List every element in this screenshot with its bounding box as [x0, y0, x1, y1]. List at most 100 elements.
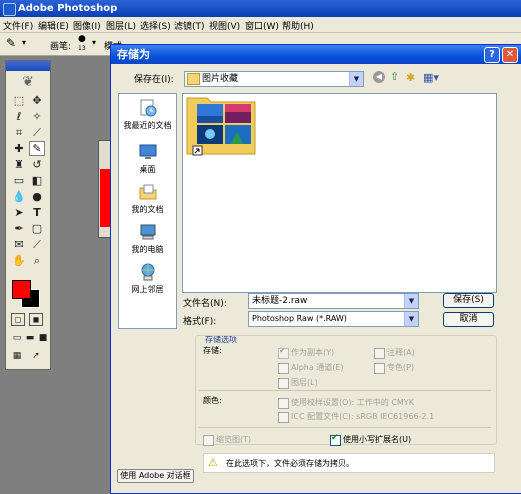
- menu-window[interactable]: 窗口(W): [245, 19, 279, 32]
- dodge-tool-icon[interactable]: ●: [29, 189, 45, 204]
- format-select[interactable]: Photoshop Raw (*.RAW) ▼: [248, 311, 419, 327]
- as-copy-label: 作为副本(Y): [291, 348, 335, 357]
- divider: [199, 390, 491, 391]
- menu-filter[interactable]: 滤镜(T): [174, 19, 205, 32]
- icc-profile-label: ICC 配置文件(C): sRGB IEC61966-2.1: [291, 412, 435, 421]
- chevron-down-icon[interactable]: ▼: [404, 312, 418, 326]
- hand-tool-icon[interactable]: ✋: [11, 253, 27, 268]
- lowercase-ext-label: 使用小写扩展名(U): [343, 435, 412, 444]
- annotations-label: 注释(A): [387, 348, 415, 357]
- chevron-down-icon[interactable]: ▼: [404, 294, 418, 308]
- thumbnail-checkbox[interactable]: [203, 435, 214, 446]
- shape-tool-icon[interactable]: ▢: [29, 221, 45, 236]
- warning-panel: ⚠ 在此选项下，文件必须存储为拷贝。: [203, 453, 495, 473]
- adobe-dialog-button[interactable]: 使用 Adobe 对话框: [117, 469, 194, 483]
- blur-tool-icon[interactable]: 💧: [11, 189, 27, 204]
- menu-select[interactable]: 选择(S): [140, 19, 171, 32]
- menu-view[interactable]: 视图(V): [209, 19, 240, 32]
- annotations-checkbox[interactable]: [374, 348, 385, 359]
- lasso-tool-icon[interactable]: ℓ: [11, 109, 27, 124]
- zoom-tool-icon[interactable]: ⌕: [29, 253, 45, 268]
- menu-file[interactable]: 文件(F): [3, 19, 33, 32]
- imageready-arrow-icon[interactable]: ➚: [28, 349, 44, 364]
- back-icon[interactable]: ◀: [373, 71, 385, 83]
- save-in-combo[interactable]: 图片收藏 ▼: [184, 71, 364, 87]
- notes-tool-icon[interactable]: ✉: [11, 237, 27, 252]
- store-label: 存储:: [203, 346, 222, 355]
- warning-text: 在此选项下，文件必须存储为拷贝。: [226, 459, 354, 468]
- crop-tool-icon[interactable]: ⌗: [11, 125, 27, 140]
- file-list[interactable]: [182, 93, 497, 293]
- feather-logo-icon[interactable]: ❦: [12, 73, 44, 91]
- toolbox-caption[interactable]: [6, 61, 50, 71]
- recent-documents-icon: [140, 99, 156, 117]
- format-value: Photoshop Raw (*.RAW): [252, 314, 347, 323]
- clone-stamp-tool-icon[interactable]: ♜: [11, 157, 27, 172]
- spot-colors-label: 专色(P): [387, 363, 415, 372]
- place-my-computer[interactable]: 我的电脑: [119, 222, 176, 255]
- format-label: 格式(F):: [183, 317, 217, 327]
- icc-profile-checkbox[interactable]: [278, 412, 289, 423]
- save-button[interactable]: 保存(S): [443, 293, 494, 308]
- place-recent[interactable]: 我最近的文档: [119, 98, 176, 131]
- divider: [199, 427, 491, 428]
- places-bar: 我最近的文档 桌面 我的文档 我的电脑 网上邻居: [118, 93, 177, 329]
- place-my-documents[interactable]: 我的文档: [119, 182, 176, 215]
- eraser-tool-icon[interactable]: ▭: [11, 173, 27, 188]
- save-in-label: 保存在(I):: [134, 75, 174, 85]
- full-screen-mode-icon[interactable]: ■: [35, 331, 51, 346]
- place-label: 桌面: [139, 165, 156, 174]
- checkmark-icon: ✔: [279, 346, 286, 355]
- brush-picker-arrow-icon[interactable]: ▾: [92, 38, 96, 47]
- chevron-down-icon[interactable]: ▼: [349, 72, 363, 86]
- menu-bar: 文件(F) 编辑(E) 图像(I) 图层(L) 选择(S) 滤镜(T) 视图(V…: [0, 17, 521, 33]
- quick-mask-mode-icon[interactable]: ◼: [29, 313, 43, 326]
- warning-icon: ⚠: [208, 456, 218, 469]
- close-icon[interactable]: ✕: [502, 47, 518, 63]
- brush-tool-icon[interactable]: ✎: [29, 141, 45, 156]
- thumbnail-label: 缩览图(T): [216, 435, 252, 444]
- foreground-color-swatch[interactable]: [12, 280, 31, 299]
- slice-tool-icon[interactable]: ⟋: [29, 125, 45, 140]
- menu-image[interactable]: 图像(I): [73, 19, 101, 32]
- menu-layer[interactable]: 图层(L): [106, 19, 136, 32]
- spot-colors-checkbox[interactable]: [374, 363, 385, 374]
- help-icon[interactable]: ?: [484, 47, 500, 63]
- gradient-tool-icon[interactable]: ◧: [29, 173, 45, 188]
- folder-thumbnail[interactable]: [185, 94, 259, 158]
- layers-checkbox[interactable]: [278, 378, 289, 389]
- tool-preset-arrow-icon[interactable]: ▾: [22, 38, 26, 47]
- toolbox: ❦ ⬚ ✥ ℓ ✧ ⌗ ⟋ ✚ ✎ ♜ ↺ ▭ ◧ 💧 ● ➤ T ✒ ▢ ✉ …: [5, 60, 51, 370]
- move-tool-icon[interactable]: ✥: [29, 93, 45, 108]
- standard-mode-icon[interactable]: ◻: [11, 313, 25, 326]
- path-selection-tool-icon[interactable]: ➤: [11, 205, 27, 220]
- up-folder-icon[interactable]: ⇧: [390, 70, 399, 83]
- healing-brush-tool-icon[interactable]: ✚: [11, 141, 27, 156]
- brush-tool-icon[interactable]: ✎: [6, 36, 16, 50]
- filename-input[interactable]: 未标题-2.raw ▼: [248, 293, 419, 309]
- place-desktop[interactable]: 桌面: [119, 142, 176, 175]
- history-brush-tool-icon[interactable]: ↺: [29, 157, 45, 172]
- dialog-title-bar[interactable]: 存储为 ? ✕: [111, 45, 521, 64]
- save-as-dialog: 存储为 ? ✕ 保存在(I): 图片收藏 ▼ ◀ ⇧ ✱ ▦▾ 我最近的文档 桌…: [110, 44, 521, 494]
- my-documents-icon: [139, 184, 156, 200]
- desktop-icon: [139, 144, 156, 159]
- type-tool-icon[interactable]: T: [29, 205, 45, 220]
- new-folder-icon[interactable]: ✱: [406, 71, 415, 84]
- alpha-channels-checkbox[interactable]: [278, 363, 289, 374]
- place-label: 网上邻居: [131, 285, 164, 294]
- marquee-tool-icon[interactable]: ⬚: [11, 93, 27, 108]
- brush-preview-icon[interactable]: ●: [78, 34, 86, 44]
- cancel-button[interactable]: 取消: [443, 312, 494, 327]
- place-network[interactable]: 网上邻居: [119, 262, 176, 295]
- menu-edit[interactable]: 编辑(E): [38, 19, 69, 32]
- view-menu-icon[interactable]: ▦▾: [423, 71, 439, 84]
- app-title-bar: Adobe Photoshop: [0, 0, 521, 17]
- photoshop-logo-icon: [3, 3, 16, 16]
- eyedropper-tool-icon[interactable]: ⟋: [29, 237, 45, 252]
- magic-wand-tool-icon[interactable]: ✧: [29, 109, 45, 124]
- use-proof-checkbox[interactable]: [278, 398, 289, 409]
- menu-help[interactable]: 帮助(H): [282, 19, 314, 32]
- jump-to-imageready-icon[interactable]: ▦: [9, 349, 25, 364]
- pen-tool-icon[interactable]: ✒: [11, 221, 27, 236]
